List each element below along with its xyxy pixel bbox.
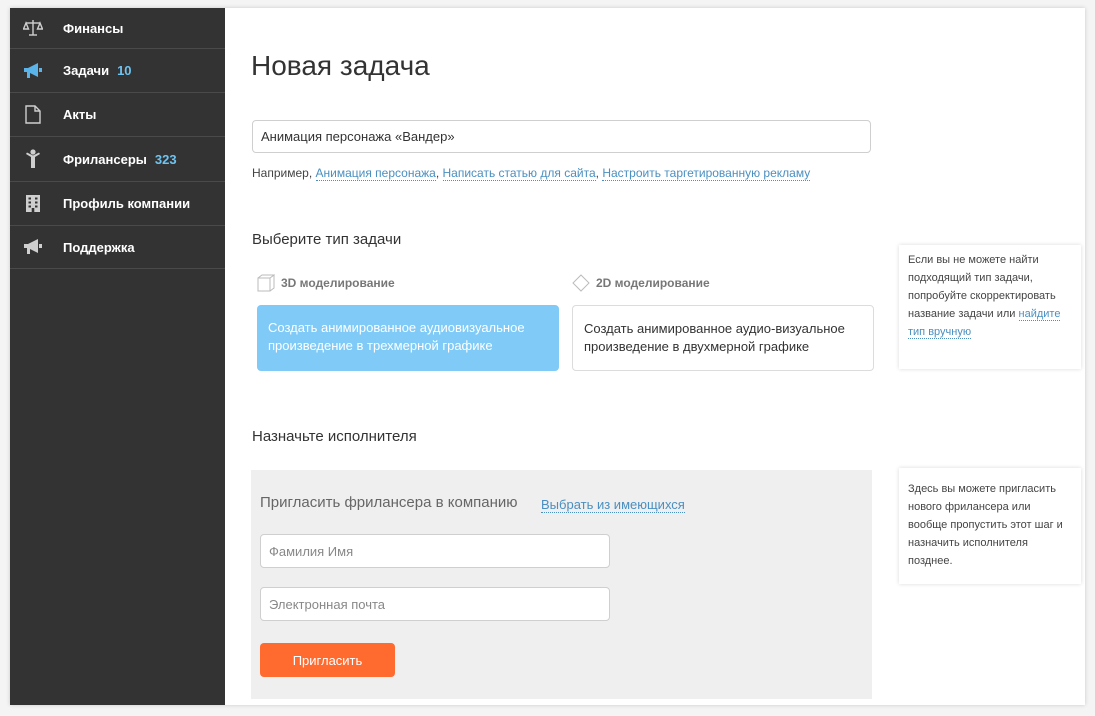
tasks-count-badge: 10: [117, 63, 132, 78]
sidebar-item-label: Акты: [63, 107, 97, 122]
diamond-icon: [572, 274, 590, 292]
sidebar-item-label: Профиль компании: [63, 196, 191, 211]
building-icon: [23, 194, 43, 214]
megaphone-icon: [23, 61, 43, 81]
page-title: Новая задача: [251, 50, 430, 81]
sidebar-item-freelancers[interactable]: Фрилансеры 323: [10, 137, 225, 182]
assignee-title: Назначьте исполнителя: [252, 428, 417, 445]
cube-icon: [257, 274, 275, 292]
sidebar-item-finance[interactable]: Финансы: [10, 8, 225, 49]
sidebar-item-label: Задачи: [63, 63, 110, 78]
type-card-3d[interactable]: Создать анимированное аудиовизуальное пр…: [257, 305, 559, 371]
sidebar: Финансы Задачи 10 Акты Фрилансеры 323 Пр…: [10, 8, 225, 705]
sidebar-item-label: Фрилансеры: [63, 151, 147, 167]
freelancers-count-badge: 323: [154, 151, 177, 167]
sidebar-item-company-profile[interactable]: Профиль компании: [10, 182, 225, 226]
invite-title: Пригласить фрилансера в компанию: [260, 494, 518, 511]
assignee-hint: Здесь вы можете пригласить нового фрилан…: [899, 468, 1081, 584]
type-label-2d[interactable]: 2D моделирование: [572, 274, 710, 292]
example-link-article[interactable]: Написать статью для сайта: [442, 166, 596, 181]
document-icon: [23, 105, 43, 125]
examples-hint: Например, Анимация персонажа, Написать с…: [252, 166, 811, 181]
task-type-hint: Если вы не можете найти подходящий тип з…: [899, 245, 1081, 369]
scales-icon: [23, 18, 43, 38]
example-link-animation[interactable]: Анимация персонажа: [315, 166, 436, 181]
type-label-3d[interactable]: 3D моделирование: [257, 274, 395, 292]
sidebar-item-label: Поддержка: [63, 239, 135, 255]
sidebar-item-support[interactable]: Поддержка: [10, 226, 225, 269]
person-icon: [23, 149, 43, 169]
email-field[interactable]: [260, 587, 610, 621]
type-card-2d[interactable]: Создать анимированное аудио-визуальное п…: [572, 305, 874, 371]
sidebar-item-acts[interactable]: Акты: [10, 93, 225, 137]
task-name-input[interactable]: [252, 120, 871, 153]
task-type-title: Выберите тип задачи: [252, 231, 402, 248]
sidebar-item-label: Финансы: [63, 20, 124, 36]
invite-button[interactable]: Пригласить: [260, 643, 395, 677]
full-name-field[interactable]: [260, 534, 610, 568]
megaphone-icon: [23, 237, 43, 257]
choose-existing-link[interactable]: Выбрать из имеющихся: [541, 497, 685, 513]
example-link-ads[interactable]: Настроить таргетированную рекламу: [602, 166, 811, 181]
examples-prefix: Например,: [252, 166, 313, 180]
sidebar-item-tasks[interactable]: Задачи 10: [10, 49, 225, 93]
